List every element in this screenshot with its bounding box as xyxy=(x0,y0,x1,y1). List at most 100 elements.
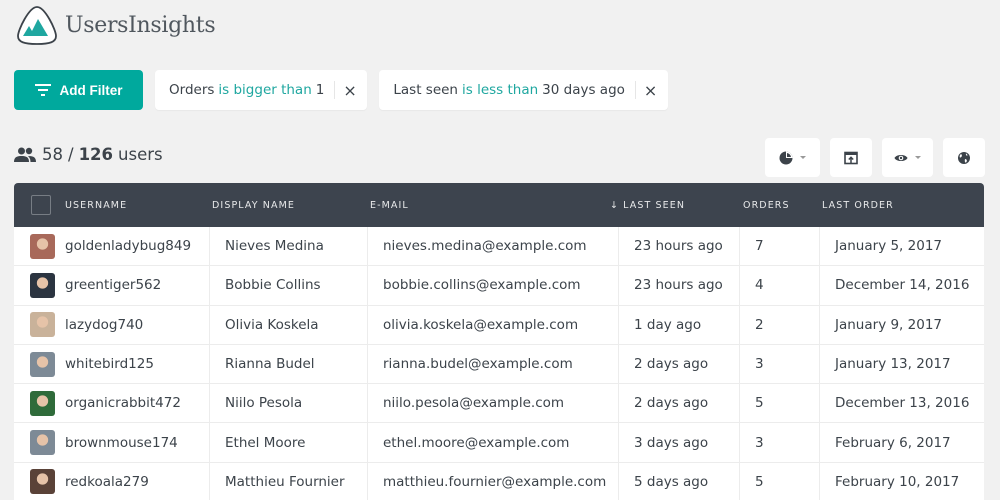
last-seen-cell: 3 days ago xyxy=(619,423,740,462)
table-row[interactable]: lazydog740 Olivia Koskela olivia.koskela… xyxy=(14,305,984,345)
close-icon[interactable]: × xyxy=(343,81,356,100)
column-display-name[interactable]: Display Name xyxy=(212,200,370,211)
username-cell[interactable]: goldenladybug849 xyxy=(14,227,210,266)
add-filter-label: Add Filter xyxy=(59,82,123,98)
table-row[interactable]: whitebird125 Rianna Budel rianna.budel@e… xyxy=(14,344,984,385)
select-all-checkbox[interactable] xyxy=(31,195,51,215)
display-name-cell: Rianna Budel xyxy=(210,344,368,384)
username[interactable]: organicrabbit472 xyxy=(65,395,181,411)
toolbar xyxy=(765,138,985,177)
orders-cell: 3 xyxy=(740,344,820,384)
filter-field: Orders xyxy=(169,82,215,98)
username[interactable]: lazydog740 xyxy=(65,317,143,333)
user-count: 58 / 126 users xyxy=(14,145,163,164)
email-cell: rianna.budel@example.com xyxy=(368,344,619,384)
table-row[interactable]: greentiger562 Bobbie Collins bobbie.coll… xyxy=(14,266,984,306)
mountain-logo-icon xyxy=(17,6,57,45)
display-name-cell: Matthieu Fournier xyxy=(210,462,368,500)
table-row[interactable]: brownmouse174 Ethel Moore ethel.moore@ex… xyxy=(14,423,984,463)
orders-cell: 2 xyxy=(740,305,820,344)
column-last-order[interactable]: Last Order xyxy=(822,200,942,211)
app-logo[interactable]: UsersInsights xyxy=(14,4,216,46)
last-seen-cell: 1 day ago xyxy=(619,305,740,344)
avatar xyxy=(30,469,55,495)
count-separator: / xyxy=(68,145,74,164)
display-name-cell: Nieves Medina xyxy=(210,227,368,266)
avatar xyxy=(30,272,55,298)
username-cell[interactable]: greentiger562 xyxy=(14,266,210,305)
orders-cell: 5 xyxy=(740,384,820,423)
email-cell: niilo.pesola@example.com xyxy=(368,384,619,423)
username[interactable]: goldenladybug849 xyxy=(65,238,191,254)
display-name-cell: Niilo Pesola xyxy=(210,384,368,423)
globe-icon xyxy=(958,151,970,164)
close-icon[interactable]: × xyxy=(644,81,657,100)
add-filter-button[interactable]: Add Filter xyxy=(14,70,143,110)
column-last-seen[interactable]: ↓ Last Seen xyxy=(610,200,743,211)
username-cell[interactable]: whitebird125 xyxy=(14,344,210,384)
username-cell[interactable]: redkoala279 xyxy=(14,462,210,500)
last-seen-cell: 23 hours ago xyxy=(619,227,740,266)
column-email[interactable]: E-mail xyxy=(370,200,610,211)
orders-cell: 5 xyxy=(740,462,820,500)
orders-cell: 7 xyxy=(740,227,820,266)
export-button[interactable] xyxy=(830,138,872,177)
filter-chip-orders[interactable]: Orders is bigger than 1 × xyxy=(155,70,368,110)
column-username[interactable]: Username xyxy=(51,200,212,211)
shown-count: 58 xyxy=(42,145,63,164)
avatar xyxy=(30,312,55,338)
last-seen-cell: 23 hours ago xyxy=(619,266,740,305)
filter-bar: Add Filter Orders is bigger than 1 × Las… xyxy=(14,70,668,110)
columns-visibility-button[interactable] xyxy=(882,138,933,177)
export-icon xyxy=(844,151,858,164)
filter-operator: is bigger than xyxy=(218,82,312,98)
chevron-down-icon xyxy=(915,156,921,159)
email-cell: ethel.moore@example.com xyxy=(368,423,619,462)
display-name-cell: Bobbie Collins xyxy=(210,266,368,305)
username[interactable]: whitebird125 xyxy=(65,356,154,372)
filter-lines-icon xyxy=(34,84,51,96)
username[interactable]: brownmouse174 xyxy=(65,435,178,451)
username[interactable]: redkoala279 xyxy=(65,474,149,490)
pie-chart-icon xyxy=(779,151,793,164)
total-count: 126 xyxy=(78,145,114,164)
chip-divider xyxy=(634,81,636,99)
last-order-cell: February 6, 2017 xyxy=(835,434,951,451)
map-view-button[interactable] xyxy=(943,138,985,177)
orders-cell: 3 xyxy=(740,423,820,462)
email-cell: bobbie.collins@example.com xyxy=(368,266,619,305)
segments-button[interactable] xyxy=(765,138,820,177)
avatar xyxy=(30,390,55,416)
last-seen-cell: 2 days ago xyxy=(619,384,740,423)
table-row[interactable]: goldenladybug849 Nieves Medina nieves.me… xyxy=(14,227,984,267)
table-body: goldenladybug849 Nieves Medina nieves.me… xyxy=(14,227,984,500)
display-name-cell: Olivia Koskela xyxy=(210,305,368,344)
filter-chip-last-seen[interactable]: Last seen is less than 30 days ago × xyxy=(379,70,668,110)
filter-value: 30 days ago xyxy=(542,82,625,98)
last-order-cell: February 10, 2017 xyxy=(835,473,960,490)
email-cell: matthieu.fournier@example.com xyxy=(368,462,619,500)
app-name: UsersInsights xyxy=(65,12,216,38)
table-row[interactable]: organicrabbit472 Niilo Pesola niilo.peso… xyxy=(14,384,984,424)
users-icon xyxy=(14,147,36,162)
last-order-cell: December 14, 2016 xyxy=(835,277,970,294)
eye-icon xyxy=(894,154,908,161)
email-cell: nieves.medina@example.com xyxy=(368,227,619,266)
chevron-down-icon xyxy=(800,156,806,159)
username[interactable]: greentiger562 xyxy=(65,277,161,293)
username-cell[interactable]: organicrabbit472 xyxy=(14,384,210,423)
avatar xyxy=(30,430,55,456)
last-order-cell: January 5, 2017 xyxy=(835,238,942,255)
username-cell[interactable]: lazydog740 xyxy=(14,305,210,344)
users-table: Username Display Name E-mail ↓ Last Seen… xyxy=(14,183,984,500)
last-order-cell: December 13, 2016 xyxy=(835,395,970,412)
last-order-cell: January 13, 2017 xyxy=(835,356,951,373)
filter-field: Last seen xyxy=(393,82,458,98)
filter-operator: is less than xyxy=(462,82,539,98)
avatar xyxy=(30,351,55,377)
username-cell[interactable]: brownmouse174 xyxy=(14,423,210,462)
table-row[interactable]: redkoala279 Matthieu Fournier matthieu.f… xyxy=(14,462,984,500)
email-cell: olivia.koskela@example.com xyxy=(368,305,619,344)
chip-divider xyxy=(334,81,336,99)
column-orders[interactable]: Orders xyxy=(743,200,822,211)
